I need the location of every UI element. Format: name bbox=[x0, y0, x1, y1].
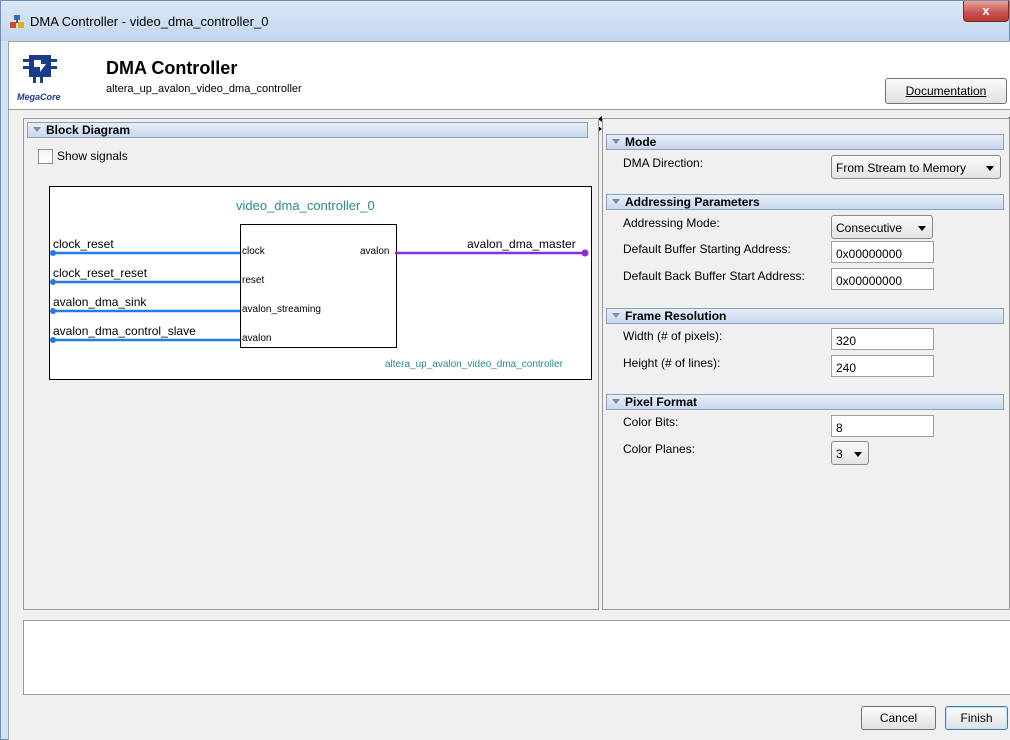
chevron-down-icon bbox=[918, 226, 926, 231]
port-avalon-streaming: avalon_streaming bbox=[242, 304, 321, 315]
addressing-title: Addressing Parameters bbox=[625, 195, 760, 209]
mode-title: Mode bbox=[625, 135, 657, 149]
width-value: 320 bbox=[836, 334, 857, 348]
buffer-start-input[interactable]: 0x00000000 bbox=[831, 241, 934, 263]
port-avalon-master: avalon bbox=[360, 246, 390, 257]
show-signals-label[interactable]: Show signals bbox=[57, 149, 128, 163]
block-diagram-title: Block Diagram bbox=[46, 123, 131, 137]
pixel-format-title: Pixel Format bbox=[625, 395, 698, 409]
color-planes-select[interactable]: 3 bbox=[831, 441, 869, 465]
component-subtitle: altera_up_avalon_video_dma_controller bbox=[106, 83, 302, 95]
interface-clock-reset-reset: clock_reset_reset bbox=[53, 266, 148, 280]
block-diagram-panel: Block Diagram Show signals video_dma_con… bbox=[23, 118, 599, 610]
pixel-format-header[interactable]: Pixel Format bbox=[606, 394, 1004, 410]
collapse-triangle-icon[interactable] bbox=[33, 127, 41, 132]
close-icon: x bbox=[982, 3, 990, 18]
interface-clock-reset: clock_reset bbox=[53, 237, 114, 251]
addressing-mode-select[interactable]: Consecutive bbox=[831, 215, 933, 239]
back-buffer-value: 0x00000000 bbox=[836, 274, 903, 288]
window-title: DMA Controller - video_dma_controller_0 bbox=[30, 14, 269, 29]
chevron-down-icon bbox=[854, 452, 862, 457]
color-bits-input[interactable]: 8 bbox=[831, 415, 934, 437]
frame-resolution-title: Frame Resolution bbox=[625, 309, 727, 323]
title-bar[interactable]: DMA Controller - video_dma_controller_0 … bbox=[1, 1, 1009, 41]
height-value: 240 bbox=[836, 361, 857, 375]
cancel-button[interactable]: Cancel bbox=[861, 706, 936, 730]
port-clock: clock bbox=[242, 246, 265, 257]
height-label: Height (# of lines): bbox=[623, 356, 721, 370]
collapse-triangle-icon[interactable] bbox=[612, 199, 620, 204]
page-title: DMA Controller bbox=[106, 58, 238, 78]
back-buffer-label: Default Back Buffer Start Address: bbox=[623, 269, 805, 283]
component-type-label: altera_up_avalon_video_dma_controller bbox=[385, 359, 563, 370]
addressing-header[interactable]: Addressing Parameters bbox=[606, 194, 1004, 210]
color-bits-value: 8 bbox=[836, 421, 843, 435]
finish-button[interactable]: Finish bbox=[945, 706, 1008, 730]
cancel-label: Cancel bbox=[879, 711, 918, 725]
addressing-mode-value: Consecutive bbox=[836, 221, 903, 235]
block-diagram-canvas: video_dma_controller_0 clock_reset clock… bbox=[49, 186, 592, 380]
collapse-triangle-icon[interactable] bbox=[612, 139, 620, 144]
buffer-start-value: 0x00000000 bbox=[836, 247, 903, 261]
close-button[interactable]: x bbox=[963, 1, 1009, 22]
collapse-triangle-icon[interactable] bbox=[612, 313, 620, 318]
interface-avalon-dma-control-slave: avalon_dma_control_slave bbox=[53, 324, 196, 338]
block-diagram-header[interactable]: Block Diagram bbox=[27, 122, 588, 138]
color-bits-label: Color Bits: bbox=[623, 415, 679, 429]
color-planes-label: Color Planes: bbox=[623, 442, 696, 456]
interface-avalon-dma-master: avalon_dma_master bbox=[467, 237, 576, 251]
parameters-panel: Mode DMA Direction: From Stream to Memor… bbox=[602, 118, 1010, 610]
port-reset: reset bbox=[242, 275, 265, 286]
interface-avalon-dma-sink: avalon_dma_sink bbox=[53, 295, 147, 309]
height-input[interactable]: 240 bbox=[831, 355, 934, 377]
message-area bbox=[23, 620, 1010, 695]
documentation-button[interactable]: Documentation bbox=[885, 78, 1007, 104]
color-planes-value: 3 bbox=[836, 447, 843, 461]
addressing-mode-label: Addressing Mode: bbox=[623, 216, 720, 230]
connection-wires bbox=[50, 249, 589, 343]
chevron-down-icon bbox=[986, 166, 994, 171]
documentation-label: Documentation bbox=[905, 84, 987, 98]
finish-label: Finish bbox=[960, 711, 993, 725]
width-input[interactable]: 320 bbox=[831, 328, 934, 350]
app-icon bbox=[10, 15, 24, 28]
mode-header[interactable]: Mode bbox=[606, 134, 1004, 150]
buffer-start-label: Default Buffer Starting Address: bbox=[623, 242, 791, 256]
frame-resolution-header[interactable]: Frame Resolution bbox=[606, 308, 1004, 324]
header: MegaCore DMA Controller altera_up_avalon… bbox=[9, 42, 1010, 110]
client-area: MegaCore DMA Controller altera_up_avalon… bbox=[8, 41, 1010, 740]
width-label: Width (# of pixels): bbox=[623, 329, 723, 343]
dialog-window: DMA Controller - video_dma_controller_0 … bbox=[0, 0, 1010, 740]
dma-direction-label: DMA Direction: bbox=[623, 156, 704, 170]
dma-direction-select[interactable]: From Stream to Memory bbox=[831, 155, 1001, 179]
logo-text: MegaCore bbox=[17, 92, 61, 102]
dma-direction-value: From Stream to Memory bbox=[836, 161, 967, 175]
show-signals-checkbox[interactable] bbox=[38, 149, 53, 164]
collapse-triangle-icon[interactable] bbox=[612, 399, 620, 404]
back-buffer-input[interactable]: 0x00000000 bbox=[831, 268, 934, 290]
port-avalon: avalon bbox=[242, 333, 272, 344]
